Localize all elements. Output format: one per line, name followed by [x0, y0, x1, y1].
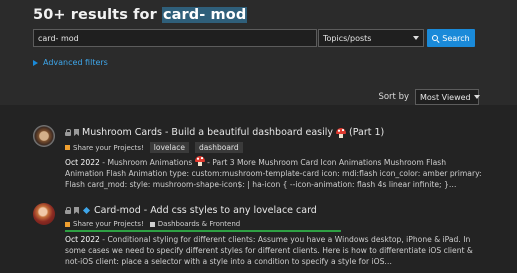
- result-title-link[interactable]: Mushroom Cards - Build a beautiful dashb…: [82, 127, 333, 138]
- result-excerpt: Oct 2022 - Conditional styling for diffe…: [65, 234, 483, 268]
- subcategory-swatch: [149, 221, 155, 227]
- lock-icon: [65, 129, 71, 136]
- category-badge[interactable]: Share your Projects!: [65, 220, 144, 228]
- search-scope-select[interactable]: Topics/posts: [318, 29, 424, 47]
- category-name: Share your Projects!: [73, 220, 144, 228]
- avatar[interactable]: [33, 203, 55, 225]
- caret-right-icon: [33, 59, 38, 66]
- result-title-row: Card-mod - Add css styles to any lovelac…: [65, 205, 317, 216]
- result-title-link[interactable]: Card-mod - Add css styles to any lovelac…: [94, 205, 317, 216]
- subcategory-badge[interactable]: Dashboards & Frontend: [149, 220, 241, 228]
- diamond-icon: [82, 206, 91, 215]
- mushroom-emoji-icon: [194, 156, 205, 166]
- avatar[interactable]: [33, 125, 55, 147]
- search-page: 50+ results for card- mod Topics/posts S…: [0, 0, 517, 273]
- excerpt-lead: - Mushroom Animations: [99, 158, 195, 167]
- tag[interactable]: lovelace: [149, 142, 189, 153]
- search-button-label: Search: [442, 33, 470, 43]
- results-heading-query: card- mod: [161, 7, 248, 23]
- search-result: Mushroom Cards - Build a beautiful dashb…: [33, 125, 483, 189]
- search-result: Card-mod - Add css styles to any lovelac…: [33, 203, 483, 268]
- search-button[interactable]: Search: [427, 29, 475, 47]
- tag[interactable]: dashboard: [194, 142, 243, 153]
- result-date: Oct 2022: [65, 235, 100, 244]
- sort-selected-value: Most Viewed: [420, 92, 471, 102]
- mushroom-emoji-icon: [336, 127, 347, 138]
- category-swatch: [65, 145, 70, 150]
- advanced-filters-toggle[interactable]: Advanced filters: [33, 58, 108, 67]
- category-name: Share your Projects!: [73, 143, 144, 152]
- advanced-filters-label: Advanced filters: [43, 58, 108, 67]
- category-swatch: [65, 221, 70, 227]
- bookmark-icon: [74, 129, 79, 136]
- result-excerpt: Oct 2022 - Mushroom Animations - Part 3 …: [65, 156, 483, 191]
- result-title-row: Mushroom Cards - Build a beautiful dashb…: [65, 127, 384, 138]
- result-meta-row: Share your Projects! lovelace dashboard: [65, 142, 243, 153]
- results-heading: 50+ results for card- mod: [33, 7, 248, 23]
- results-heading-prefix: 50+ results for: [33, 7, 162, 23]
- chevron-down-icon: [413, 36, 419, 40]
- result-meta-row: Share your Projects! Dashboards & Fronte…: [65, 220, 240, 228]
- search-input[interactable]: [33, 29, 317, 47]
- result-title-suffix[interactable]: (Part 1): [349, 127, 384, 138]
- search-scope-value: Topics/posts: [323, 33, 372, 43]
- result-date: Oct 2022: [65, 158, 100, 167]
- sort-label: Sort by: [378, 92, 409, 102]
- subcategory-name: Dashboards & Frontend: [157, 220, 241, 228]
- sort-select[interactable]: Most Viewed: [415, 89, 480, 105]
- chevron-down-icon: [473, 95, 480, 99]
- category-badge[interactable]: Share your Projects!: [65, 144, 144, 152]
- search-icon: [432, 34, 439, 42]
- highlight-underline: [65, 230, 341, 232]
- bookmark-icon: [74, 207, 79, 214]
- excerpt-text: - Conditional styling for different clie…: [65, 235, 473, 267]
- sort-control: Sort by Most Viewed: [378, 89, 480, 105]
- lock-icon: [65, 207, 71, 214]
